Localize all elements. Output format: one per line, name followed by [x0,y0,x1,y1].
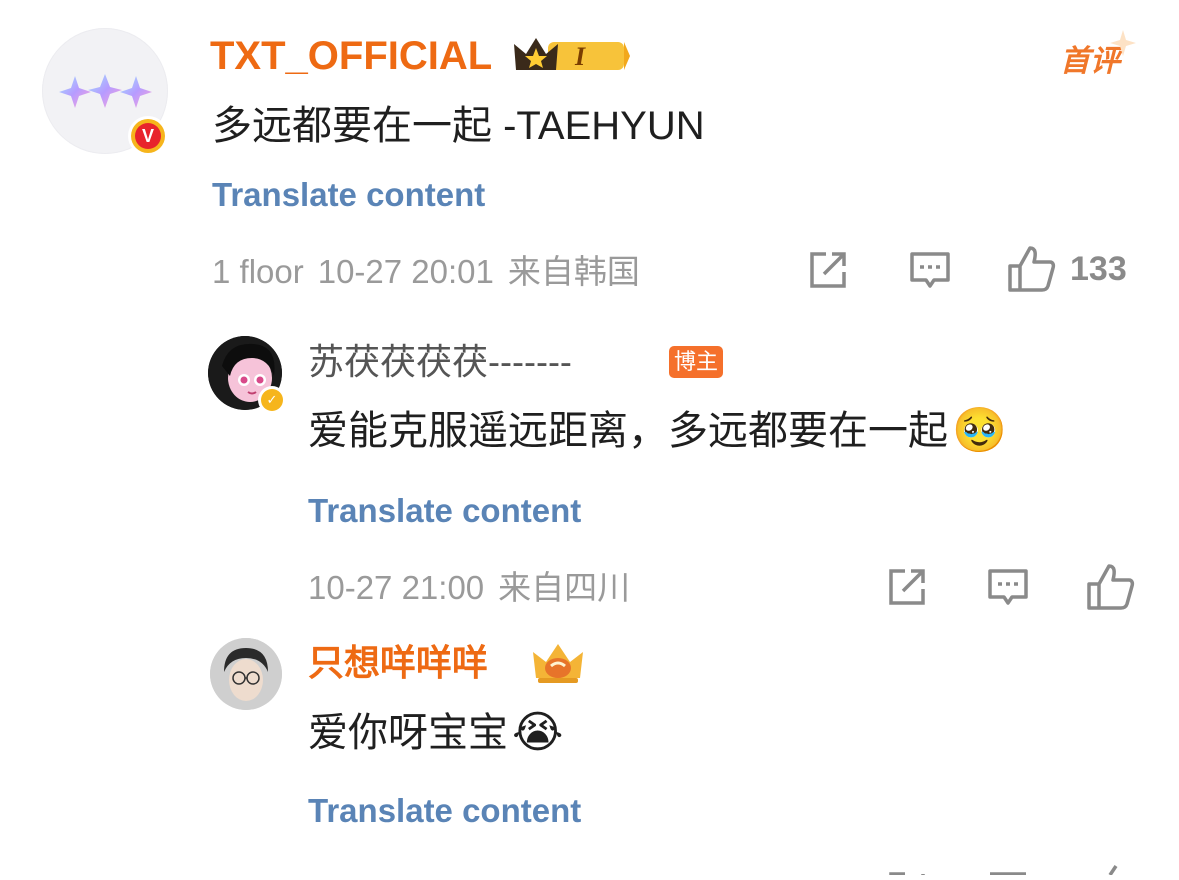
crying-face-icon: 😭 [512,708,564,757]
comment-meta: 10-27 21:00 来自四川 [308,568,630,608]
translate-link[interactable]: Translate content [308,791,581,831]
avatar[interactable] [210,638,282,710]
comment-meta: 1 floor 10-27 20:01 来自韩国 [212,252,640,292]
comment-icon [910,252,950,288]
repost-button[interactable] [806,248,850,292]
like-button[interactable]: 133 [1006,244,1127,294]
thumbs-up-icon [1008,246,1056,292]
person-avatar-icon [210,638,282,710]
username[interactable]: TXT_OFFICIAL [210,33,492,79]
translate-link[interactable]: Translate content [212,175,485,215]
sparkle-icon [1108,28,1138,63]
comment-body: 爱能克服遥远距离，多远都要在一起 [308,409,948,453]
blogger-tag: 博主 [669,346,724,378]
reply-button[interactable] [908,248,952,292]
share-icon [889,872,925,876]
reply-button[interactable] [986,565,1030,609]
timestamp: 10-27 21:00 [308,569,485,606]
repost-button[interactable] [885,565,929,609]
reply-button[interactable] [986,862,1030,880]
share-icon [889,569,925,605]
like-count: 133 [1070,249,1127,288]
comment-icon [990,872,1026,876]
pleading-face-icon: 🥹 [952,406,1007,455]
thumbs-up-icon [1108,865,1118,876]
comment-text: 爱你呀宝宝 😭 [308,708,563,758]
comment-text: 爱能克服遥远距离，多远都要在一起 🥹 [308,406,1007,456]
comment-text: 多远都要在一起 -TAEHYUN [212,104,705,148]
like-button[interactable] [1085,562,1135,612]
comment-body: 爱你呀宝宝 [308,711,508,755]
location: 来自四川 [498,569,631,606]
comment-icon [988,569,1028,605]
username[interactable]: 只想咩咩咩 [308,641,488,685]
repost-button[interactable] [885,862,929,880]
member-crown-icon [530,640,586,691]
username[interactable]: 苏茯茯茯茯------- [308,340,572,384]
location: 来自韩国 [507,253,640,290]
thumbs-up-icon [1087,564,1135,610]
share-icon [810,252,846,288]
level-badge: I [575,42,586,71]
member-crown-icon [512,34,630,83]
floor-label: 1 floor [212,253,304,290]
like-button[interactable] [1090,862,1130,880]
translate-link[interactable]: Translate content [308,491,581,531]
verified-badge-icon: V [128,116,168,156]
verified-badge-icon: ✓ [258,386,286,414]
timestamp: 10-27 20:01 [317,253,494,290]
